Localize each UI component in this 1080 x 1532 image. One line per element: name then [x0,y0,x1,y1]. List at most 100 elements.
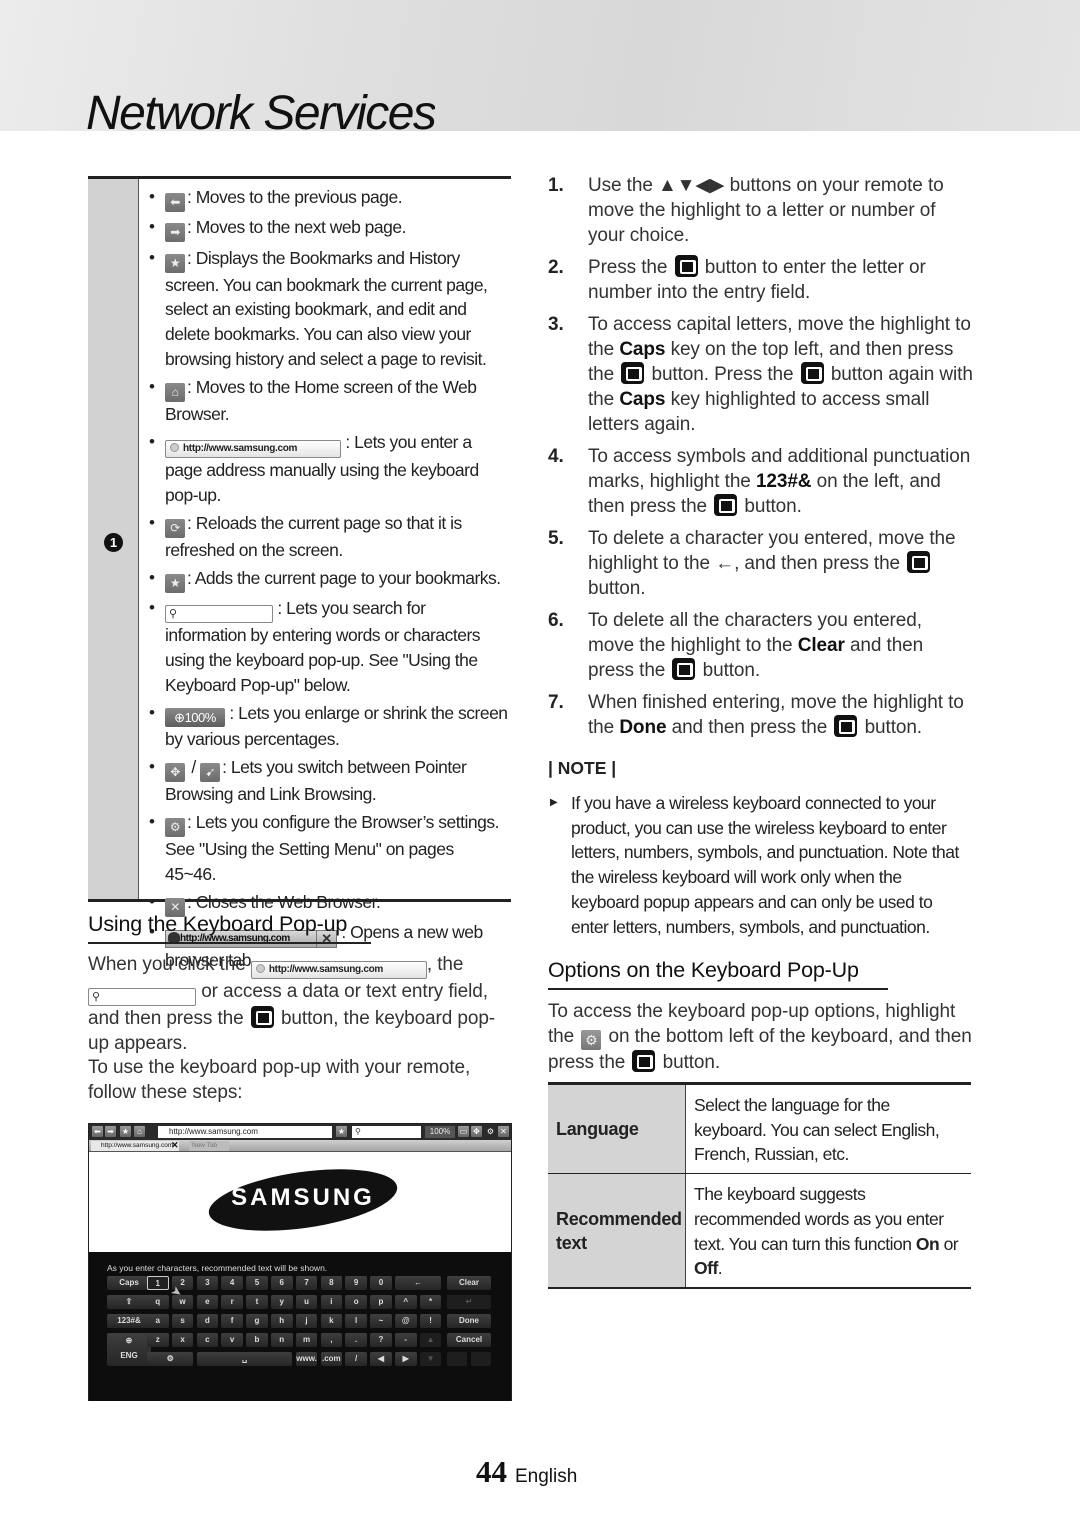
page-footer: 44 English [476,1454,578,1489]
chapter-title: Network Services [86,87,436,131]
keyboard-key: 6 [271,1276,293,1290]
list-item: ⟳: Reloads the current page so that it i… [146,511,508,563]
pointer-browsing-icon: ✥ [471,1126,482,1137]
browser-tab-bar: http://www.samsung.com ✕ New Tab [89,1140,511,1152]
enter-button-icon [250,1006,274,1028]
add-bookmark-icon: ★ [336,1126,347,1137]
step-item: 4. To access symbols and additional punct… [548,446,971,517]
add-bookmark-icon: ★ [165,573,185,593]
step-item: 3. To access capital letters, move the hi… [548,314,973,435]
search-field-sample: ⚲ [165,605,273,624]
option-description: The keyboard suggests recommended words … [694,1184,959,1279]
keyboard-key: t [246,1295,268,1309]
browser-controls-list: ⬅: Moves to the previous page. ➡: Moves … [146,185,508,976]
browser-toolbar: ⬅ ➡ ★ ⌂ http://www.samsung.com ★ ⚲ 100% … [89,1124,511,1140]
search-icon: ⚲ [355,1127,361,1136]
keyboard-key: , [320,1333,343,1347]
keyboard-key: a [147,1314,169,1328]
keyboard-key: z [147,1333,169,1347]
option-description: Select the language for the keyboard. Yo… [694,1095,940,1165]
browser-tab-new: New Tab [189,1141,229,1151]
close-x-icon: ✕ [498,1126,509,1137]
option-name: Recommended text [548,1174,686,1287]
language-key-label: ENG [120,1351,138,1360]
list-item: ➡: Moves to the next web page. [146,215,508,243]
search-icon: ⚲ [92,991,100,1003]
step-item: 5. To delete a character you entered, mov… [548,528,956,599]
keyboard-key: ▼ [419,1352,442,1366]
keyboard-key: www. [295,1352,318,1366]
keyboard-key: ▶ [395,1352,417,1366]
enter-button-icon [907,551,931,573]
keyboard-key: m [295,1333,318,1347]
note-heading: | NOTE | [548,758,617,778]
keyboard-key: ~ [370,1314,392,1328]
browser-controls-table: 1 ⬅: Moves to the previous page. ➡: Move… [88,176,511,970]
enter-button-icon [621,362,645,384]
list-item: ⬅: Moves to the previous page. [146,185,508,212]
section-heading-keyboard: Using the Keyboard Pop-up [88,911,371,944]
keyboard-key: d [196,1314,219,1328]
zoom-button: 100% [425,1126,455,1138]
keyboard-key: b [246,1333,268,1347]
keyboard-key: ↵ [447,1295,491,1309]
address-bar-sample: http://www.samsung.com [165,440,341,459]
keyboard-key: h [271,1314,293,1328]
settings-gear-icon: ⚙ [581,1030,602,1050]
step-item: 6. To delete all the characters you enter… [548,610,924,681]
keyboard-key: c [196,1333,219,1347]
recommended-text-message: As you enter characters, recommended tex… [107,1263,328,1273]
keyboard-key: Cancel [447,1333,491,1347]
keyboard-key: f [221,1314,243,1328]
keyboard-key: ← [395,1276,442,1290]
list-item: ⚙: Lets you configure the Browser’s sett… [146,810,508,886]
browser-keyboard-screenshot: ⬅ ➡ ★ ⌂ http://www.samsung.com ★ ⚲ 100% … [88,1123,512,1401]
keyboard-key: 0 [370,1276,392,1290]
magnifier-icon: ⊕ [174,709,185,725]
keyboard-key: n [271,1333,293,1347]
footer-language: English [515,1466,578,1487]
keyboard-key: r [221,1295,243,1309]
home-icon: ⌂ [165,382,185,402]
keyboard-key: g [246,1314,268,1328]
keyboard-key: 8 [320,1276,343,1290]
keyboard-key: ? [370,1333,392,1347]
keyboard-key: 4 [221,1276,243,1290]
list-item: ⚲ : Lets you search for information by e… [146,596,508,697]
search-icon: ⚲ [169,608,177,621]
keyboard-steps-intro: To use the keyboard pop-up with your rem… [88,1057,471,1103]
enter-button-icon [674,255,698,277]
keyboard-key: 123#& [107,1314,151,1328]
list-item: ⊕100% : Lets you enlarge or shrink the s… [146,701,508,752]
search-field-sample: ⚲ [88,988,196,1006]
keyboard-key: 5 [246,1276,268,1290]
back-arrow-icon: ⬅ [165,193,185,212]
keyboard-key: . [345,1333,367,1347]
keyboard-key: i [320,1295,343,1309]
keyboard-key: 7 [295,1276,318,1290]
keyboard-key: q [147,1295,169,1309]
keyboard-key: l [345,1314,367,1328]
note-text: If you have a wireless keyboard connecte… [548,791,968,939]
table-side-cell: 1 [88,179,139,899]
keyboard-steps-list: 1. Use the ▲▼◀▶ buttons on your remote to… [548,173,973,747]
home-icon: ⌂ [134,1126,145,1137]
keyboard-key: ⊕ ENG [107,1333,151,1366]
enter-button-icon [672,658,696,680]
globe-dot-icon [170,443,179,453]
keyboard-key: @ [395,1314,417,1328]
address-bar: http://www.samsung.com [158,1126,332,1138]
keyboard-key: ^ [395,1295,417,1309]
keyboard-key: o [345,1295,367,1309]
forward-arrow-icon: ➡ [165,223,185,243]
enter-button-icon [834,715,858,737]
tab-view-icon: ▭ [458,1126,469,1137]
keyboard-key: p [370,1295,392,1309]
enter-button-icon [800,362,824,384]
page-number: 44 [476,1454,507,1489]
options-intro-paragraph: To access the keyboard pop-up options, h… [548,1001,972,1073]
globe-icon: ⊕ [125,1336,133,1345]
list-item: http://www.samsung.com : Lets you enter … [146,430,508,507]
globe-dot-icon [255,964,265,973]
keyboard-key: k [320,1314,343,1328]
